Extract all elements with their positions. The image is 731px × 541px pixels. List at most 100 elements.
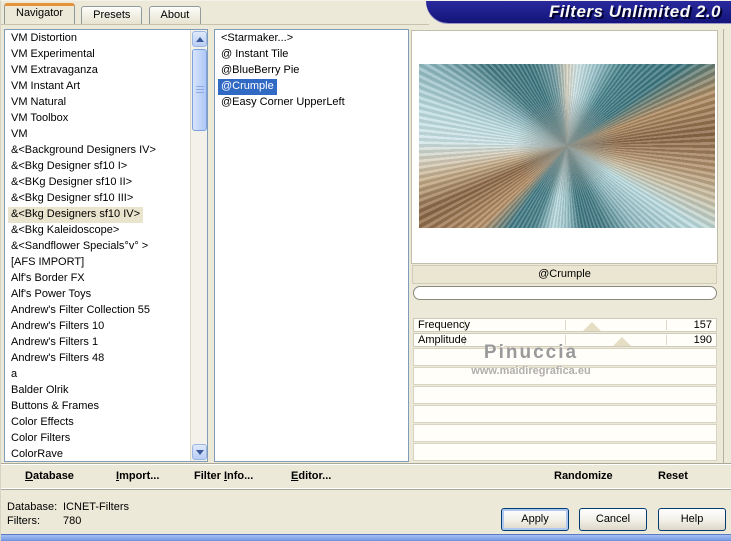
category-item[interactable]: &<Bkg Designer sf10 III> <box>5 190 207 206</box>
filter-item[interactable]: @BlueBerry Pie <box>215 62 408 78</box>
preview-image <box>419 64 715 228</box>
filter-item[interactable]: <Starmaker...> <box>215 30 408 46</box>
category-item[interactable]: VM Instant Art <box>5 78 207 94</box>
scrollbar-up-button[interactable] <box>192 31 207 47</box>
category-item[interactable]: &<BKg Designer sf10 II> <box>5 174 207 190</box>
param-row-empty <box>413 405 717 423</box>
scrollbar-grip-icon <box>196 86 204 94</box>
param-row-empty <box>413 424 717 442</box>
param-row-amplitude: Amplitude 190 <box>413 333 717 347</box>
category-item[interactable]: VM Distortion <box>5 30 207 46</box>
category-item[interactable]: Alf's Border FX <box>5 270 207 286</box>
category-item-label: VM Experimental <box>11 48 95 60</box>
filter-item[interactable]: @Crumple <box>215 78 408 95</box>
category-items: VM Distortion VM Experimental VM Extravaga… <box>5 30 207 461</box>
filter-item-label: @BlueBerry Pie <box>221 64 300 76</box>
category-item-label: VM Instant Art <box>11 80 81 92</box>
filter-info-label: Filter <box>194 470 224 482</box>
category-item[interactable]: &<Background Designers IV> <box>5 142 207 158</box>
filters-unlimited-window: Navigator Presets About Filters Unlimite… <box>0 0 731 541</box>
filter-item[interactable]: @Easy Corner UpperLeft <box>215 94 408 110</box>
help-button[interactable]: Help <box>658 508 726 531</box>
filter-item[interactable]: @ Instant Tile <box>215 46 408 62</box>
scrollbar-thumb[interactable] <box>192 49 207 131</box>
category-item-label: Balder Olrik <box>11 384 69 396</box>
category-item-label: Color Filters <box>11 432 71 444</box>
category-item[interactable]: ColorRave <box>5 446 207 461</box>
category-item[interactable]: a <box>5 366 207 382</box>
slider-thumb[interactable] <box>613 337 632 346</box>
category-item[interactable]: Andrew's Filters 10 <box>5 318 207 334</box>
category-scrollbar[interactable] <box>190 30 207 461</box>
category-item[interactable]: VM Experimental <box>5 46 207 62</box>
filter-item-label: @ Instant Tile <box>221 48 289 60</box>
category-item[interactable]: Balder Olrik <box>5 382 207 398</box>
category-item[interactable]: [AFS IMPORT] <box>5 254 207 270</box>
statusbar: Database: ICNET-Filters Filters: 780 App… <box>1 490 731 534</box>
filter-items: <Starmaker...> @ Instant Tile @BlueBerry P… <box>215 30 408 110</box>
category-item-label: &<Bkg Designer sf10 I> <box>11 160 128 172</box>
category-item-label: &<Bkg Designers sf10 IV> <box>8 207 144 223</box>
filter-list: <Starmaker...> @ Instant Tile @BlueBerry P… <box>214 29 409 462</box>
window-bottom-border <box>1 534 731 541</box>
category-item-label: Alf's Power Toys <box>11 288 92 300</box>
filter-info-label: nfo... <box>227 470 254 482</box>
tab-about[interactable]: About <box>148 6 202 24</box>
tab-presets[interactable]: Presets <box>81 6 143 24</box>
category-item-label: &<BKg Designer sf10 II> <box>11 176 133 188</box>
category-item[interactable]: &<Sandflower Specials°v° > <box>5 238 207 254</box>
tab-navigator[interactable]: Navigator <box>4 3 76 24</box>
category-item[interactable]: Andrew's Filters 48 <box>5 350 207 366</box>
param-row-empty <box>413 386 717 404</box>
filter-info-button[interactable]: Filter Info... <box>194 470 253 482</box>
category-item-label: VM <box>11 128 28 140</box>
scrollbar-down-button[interactable] <box>192 444 207 460</box>
import-button[interactable]: Import... <box>116 470 159 482</box>
category-item[interactable]: Buttons & Frames <box>5 398 207 414</box>
category-item-label: Color Effects <box>11 416 74 428</box>
category-item-label: Buttons & Frames <box>11 400 100 412</box>
up-arrow-icon <box>196 37 204 42</box>
category-item[interactable]: &<Bkg Kaleidoscope> <box>5 222 207 238</box>
category-item-label: &<Bkg Designer sf10 III> <box>11 192 134 204</box>
category-item[interactable]: Andrew's Filters 1 <box>5 334 207 350</box>
filters-value: 780 <box>63 515 82 527</box>
selected-filter-label: @Crumple <box>412 265 717 284</box>
database-button[interactable]: Database <box>25 470 74 482</box>
slider-thumb[interactable] <box>583 322 602 331</box>
param-label: Frequency <box>418 319 470 331</box>
category-item[interactable]: Andrew's Filter Collection 55 <box>5 302 207 318</box>
param-label: Amplitude <box>418 334 467 346</box>
database-value: ICNET-Filters <box>63 501 129 513</box>
database-label: D <box>25 470 33 482</box>
reset-button[interactable]: Reset <box>658 470 688 482</box>
category-item-label: Andrew's Filters 10 <box>11 320 105 332</box>
category-item-label: Andrew's Filters 48 <box>11 352 105 364</box>
category-item[interactable]: VM Natural <box>5 94 207 110</box>
apply-button[interactable]: Apply <box>501 508 569 531</box>
category-list: VM Distortion VM Experimental VM Extravaga… <box>4 29 208 462</box>
cancel-button[interactable]: Cancel <box>579 508 647 531</box>
category-item[interactable]: Alf's Power Toys <box>5 286 207 302</box>
category-item[interactable]: &<Bkg Designers sf10 IV> <box>5 206 207 223</box>
app-title: Filters Unlimited 2.0 <box>548 2 721 21</box>
category-item[interactable]: VM Toolbox <box>5 110 207 126</box>
category-item[interactable]: &<Bkg Designer sf10 I> <box>5 158 207 174</box>
category-item[interactable]: VM Extravaganza <box>5 62 207 78</box>
category-item-label: VM Toolbox <box>11 112 69 124</box>
param-row-empty <box>413 443 717 461</box>
category-item-label: &<Sandflower Specials°v° > <box>11 240 149 252</box>
category-item-label: Andrew's Filters 1 <box>11 336 99 348</box>
category-item-label: ColorRave <box>11 448 63 460</box>
editor-button[interactable]: Editor... <box>291 470 331 482</box>
slider-tick <box>565 335 566 345</box>
category-item[interactable]: VM <box>5 126 207 142</box>
preview-panel: @Crumple Frequency 157 Amplitude 190 Pinucc… <box>411 29 730 463</box>
filter-item-label: @Crumple <box>218 79 277 95</box>
category-item[interactable]: Color Filters <box>5 430 207 446</box>
category-item[interactable]: Color Effects <box>5 414 207 430</box>
randomize-button[interactable]: Randomize <box>554 470 613 482</box>
param-value: 190 <box>693 334 712 346</box>
database-label: atabase <box>32 470 74 482</box>
import-label: mport... <box>119 470 160 482</box>
